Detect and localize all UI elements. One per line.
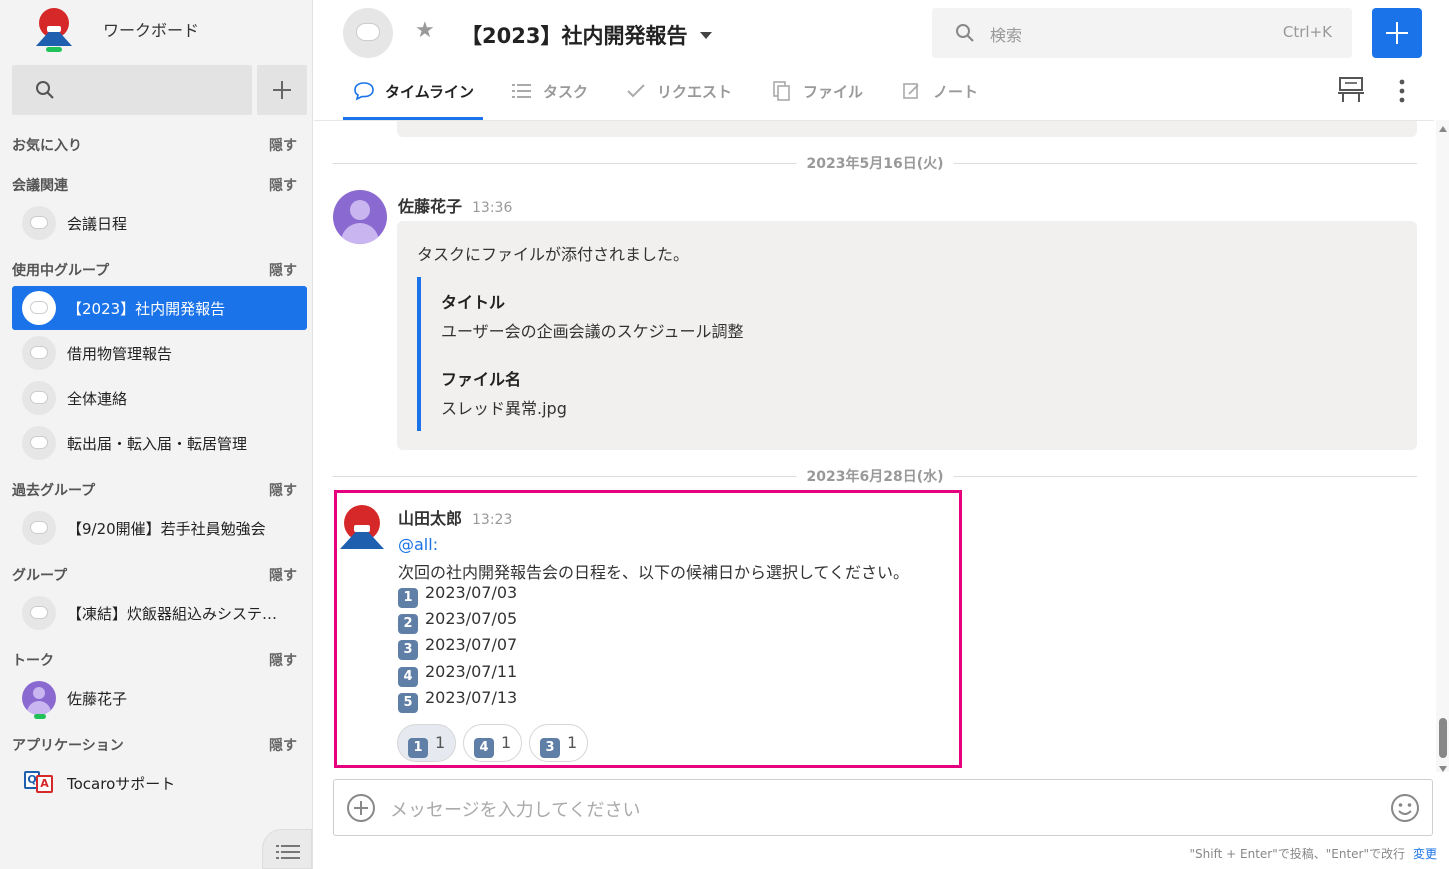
chat-bubble-icon bbox=[22, 511, 56, 545]
chat-bubble-icon bbox=[22, 596, 56, 630]
hide-toggle[interactable]: 隠す bbox=[269, 135, 297, 155]
keycap-icon: 1 bbox=[408, 738, 428, 758]
sidebar-item-transfer[interactable]: 転出届・転入届・転居管理 bbox=[12, 421, 307, 465]
hide-toggle[interactable]: 隠す bbox=[269, 565, 297, 585]
reaction-chip[interactable]: 31 bbox=[529, 724, 589, 762]
keycap-icon: 1 bbox=[398, 588, 418, 608]
mention-link[interactable]: @all: bbox=[398, 535, 438, 554]
check-icon bbox=[627, 84, 645, 98]
hide-toggle[interactable]: 隠す bbox=[269, 260, 297, 280]
hide-toggle[interactable]: 隠す bbox=[269, 175, 297, 195]
list-item: 2 2023/07/05 bbox=[398, 609, 517, 634]
avatar[interactable] bbox=[333, 190, 387, 244]
keycap-icon: 4 bbox=[398, 667, 418, 687]
workspace-name[interactable]: ワークボード bbox=[103, 17, 199, 41]
message-sender: 山田太郎 13:23 bbox=[398, 509, 513, 528]
section-active-groups: 使用中グループ 隠す bbox=[12, 260, 297, 282]
scrollbar[interactable] bbox=[1436, 120, 1449, 772]
add-circle-icon[interactable] bbox=[346, 793, 376, 823]
search-icon bbox=[36, 81, 54, 99]
chat-bubble-icon bbox=[22, 381, 56, 415]
page-title[interactable]: 【2023】社内開発報告 bbox=[461, 20, 687, 50]
avatar bbox=[22, 681, 56, 715]
sidebar-item-app-support[interactable]: QA Tocaroサポート bbox=[12, 761, 307, 805]
message-bubble: タスクにファイルが添付されました。 タイトル ユーザー会の企画会議のスケジュール… bbox=[397, 221, 1417, 450]
online-indicator bbox=[46, 47, 62, 52]
scroll-down-icon[interactable] bbox=[1439, 766, 1447, 772]
search-shortcut: Ctrl+K bbox=[1282, 23, 1332, 41]
keycap-icon: 3 bbox=[398, 640, 418, 660]
sidebar-item-dev-report[interactable]: 【2023】社内開発報告 bbox=[12, 286, 307, 330]
online-indicator bbox=[34, 714, 46, 719]
tab-timeline[interactable]: タイムライン bbox=[343, 80, 493, 120]
list-item: 1 2023/07/03 bbox=[398, 583, 517, 608]
search-icon bbox=[956, 24, 974, 42]
hide-toggle[interactable]: 隠す bbox=[269, 650, 297, 670]
edit-note-icon bbox=[903, 83, 919, 99]
previous-message-bubble bbox=[397, 121, 1417, 137]
chat-bubble-icon bbox=[22, 206, 56, 240]
more-vertical-icon[interactable] bbox=[1397, 78, 1407, 104]
chat-bubble-icon bbox=[22, 291, 56, 325]
chat-bubble-icon bbox=[22, 426, 56, 460]
quote-bar bbox=[417, 277, 421, 431]
composer-hint: "Shift + Enter"で投稿、"Enter"で改行 変更 bbox=[1189, 847, 1437, 861]
date-divider: 2023年6月28日(水) bbox=[333, 466, 1417, 486]
keycap-icon: 3 bbox=[540, 738, 560, 758]
file-copy-icon bbox=[773, 81, 790, 101]
create-button[interactable] bbox=[1372, 8, 1422, 58]
list-icon bbox=[276, 845, 300, 859]
scroll-up-icon[interactable] bbox=[1439, 126, 1447, 132]
hide-toggle[interactable]: 隠す bbox=[269, 735, 297, 755]
change-link[interactable]: 変更 bbox=[1413, 845, 1437, 862]
reaction-chip[interactable]: 41 bbox=[463, 724, 523, 762]
reaction-chip[interactable]: 11 bbox=[397, 724, 457, 762]
search-placeholder: 検索 bbox=[990, 26, 1023, 45]
message-text: 次回の社内開発報告会の日程を、以下の候補日から選択してください。 bbox=[398, 563, 910, 582]
list-icon bbox=[512, 84, 531, 98]
sidebar-add-button[interactable] bbox=[257, 65, 307, 115]
list-item: 3 2023/07/07 bbox=[398, 635, 517, 660]
section-favorites: お気に入り 隠す bbox=[12, 135, 297, 157]
group-avatar[interactable] bbox=[343, 8, 393, 58]
date-divider: 2023年5月16日(火) bbox=[333, 153, 1417, 173]
favorite-star-icon[interactable]: ★ bbox=[415, 18, 435, 43]
workspace-logo[interactable] bbox=[30, 8, 78, 52]
list-item: 4 2023/07/11 bbox=[398, 662, 517, 687]
chat-bubble-icon bbox=[354, 82, 374, 101]
plus-icon bbox=[273, 81, 291, 99]
chevron-down-icon[interactable] bbox=[700, 32, 712, 39]
message-input[interactable]: メッセージを入力してください bbox=[333, 779, 1433, 836]
keycap-icon: 2 bbox=[398, 614, 418, 634]
sidebar-item-study[interactable]: 【9/20開催】若手社員勉強会 bbox=[12, 506, 307, 550]
timeline: 2023年5月16日(火) 佐藤花子 13:36 タスクにファイルが添付されました… bbox=[314, 120, 1434, 772]
sidebar-search-button[interactable] bbox=[12, 65, 252, 115]
qa-app-icon: QA bbox=[24, 771, 54, 795]
search-input[interactable]: 検索 Ctrl+K bbox=[932, 8, 1352, 58]
scrollbar-thumb[interactable] bbox=[1439, 718, 1447, 758]
sidebar-item-frozen[interactable]: 【凍結】炊飯器組込みシステ… bbox=[12, 591, 307, 635]
section-meetings: 会議関連 隠す bbox=[12, 175, 297, 197]
section-talk: トーク 隠す bbox=[12, 650, 297, 672]
section-groups: グループ 隠す bbox=[12, 565, 297, 587]
message-sender: 佐藤花子 13:36 bbox=[398, 197, 513, 216]
list-item: 5 2023/07/13 bbox=[398, 688, 517, 713]
sidebar-item-talk-user[interactable]: 佐藤花子 bbox=[12, 676, 307, 720]
meeting-room-icon[interactable] bbox=[1336, 74, 1366, 104]
keycap-icon: 4 bbox=[474, 738, 494, 758]
section-apps: アプリケーション 隠す bbox=[12, 735, 297, 757]
sidebar: ワークボード お気に入り 隠す 会議関連 隠す 会議日程 使用中グループ 隠す … bbox=[0, 0, 313, 869]
message-placeholder: メッセージを入力してください bbox=[390, 800, 641, 821]
sidebar-item-meeting-schedule[interactable]: 会議日程 bbox=[12, 201, 307, 245]
keycap-icon: 5 bbox=[398, 693, 418, 713]
sidebar-item-all-contact[interactable]: 全体連絡 bbox=[12, 376, 307, 420]
avatar[interactable] bbox=[340, 505, 384, 553]
chat-bubble-icon bbox=[22, 336, 56, 370]
sidebar-menu-button[interactable] bbox=[262, 829, 312, 869]
header: ★ 【2023】社内開発報告 検索 Ctrl+K タイムライン タスク リクエス… bbox=[314, 0, 1449, 120]
emoji-icon[interactable] bbox=[1390, 793, 1420, 823]
sidebar-item-borrowed[interactable]: 借用物管理報告 bbox=[12, 331, 307, 375]
hide-toggle[interactable]: 隠す bbox=[269, 480, 297, 500]
section-past-groups: 過去グループ 隠す bbox=[12, 480, 297, 502]
